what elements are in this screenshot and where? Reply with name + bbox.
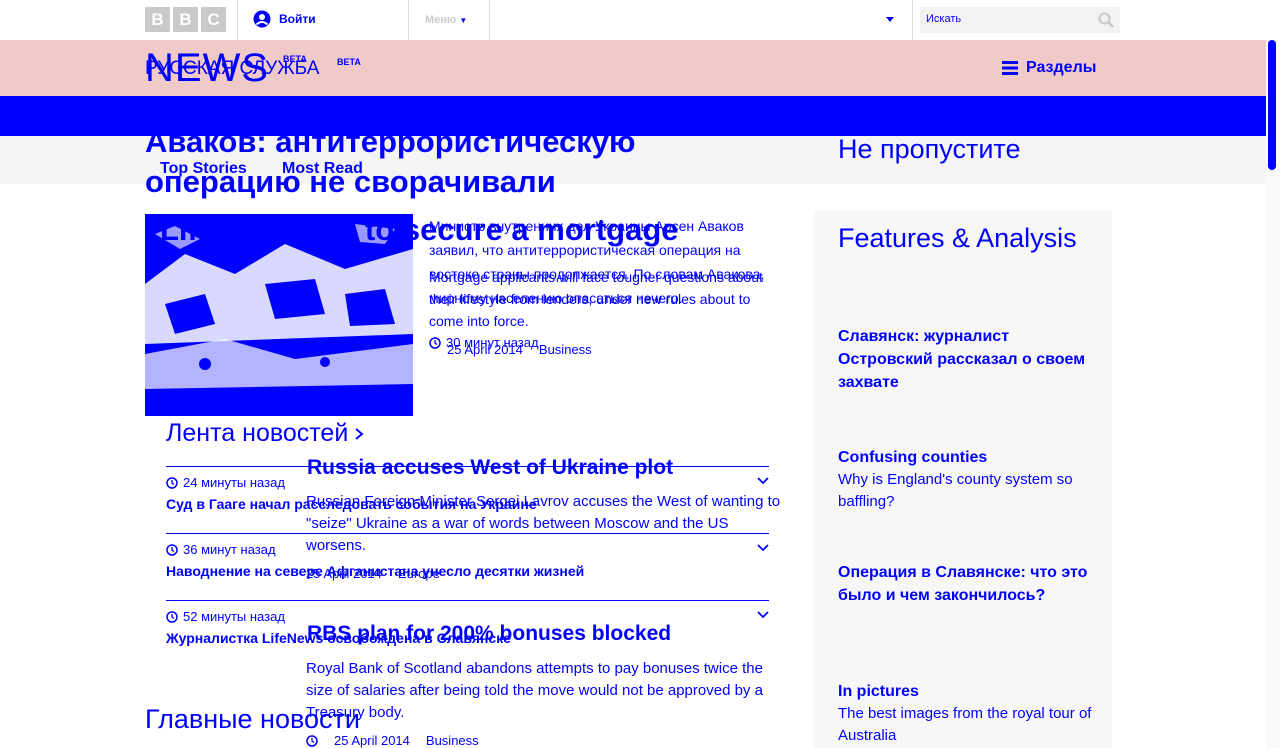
feed-item-headline[interactable]: Наводнение на севере Афганистана унесло … <box>166 563 770 579</box>
bbc-logo-letter: B <box>173 7 198 32</box>
story-headline[interactable]: RBS plan for 200% bonuses blocked <box>307 622 671 646</box>
clock-icon <box>166 476 178 489</box>
mortgage-date: 25 April 2014 <box>447 342 523 357</box>
divider <box>166 600 769 601</box>
search-input[interactable] <box>920 7 1076 31</box>
chevron-down-icon <box>757 611 769 619</box>
feed-title[interactable]: Лента новостей <box>166 419 364 448</box>
story-date: 25 April 2014 <box>306 566 382 581</box>
signin-label: Войти <box>279 12 316 26</box>
mortgage-section[interactable]: Business <box>539 342 592 357</box>
search-button[interactable] <box>1098 12 1114 28</box>
scrollbar-thumb[interactable] <box>1268 40 1276 170</box>
story-meta: 25 April 2014 Business <box>306 733 479 748</box>
feature-headline[interactable]: Операция в Славянске: что это было и чем… <box>838 561 1098 607</box>
feature-headline[interactable]: Confusing counties <box>838 446 1098 469</box>
bbc-logo-letter: B <box>145 7 170 32</box>
search-box <box>920 7 1120 33</box>
bbc-logo-letter: C <box>201 7 226 32</box>
chevron-down-icon <box>757 477 769 485</box>
expand-chevron[interactable] <box>757 477 769 485</box>
expand-chevron[interactable] <box>757 611 769 619</box>
caret-down-icon: ▼ <box>459 16 468 25</box>
hamburger-icon <box>1002 61 1018 75</box>
feature-summary: Why is England's county system so baffli… <box>838 471 1073 510</box>
divider <box>912 0 913 40</box>
clock-icon <box>306 734 318 747</box>
divider <box>408 0 409 40</box>
signin-button[interactable]: Войти <box>253 10 316 28</box>
divider <box>237 0 238 40</box>
story-section[interactable]: Europe <box>398 566 440 581</box>
story-meta: 25 April 2014 Europe <box>306 566 440 581</box>
user-icon <box>253 10 271 28</box>
feature-summary: The best images from the royal tour of A… <box>838 705 1092 744</box>
story-summary: Russian Foreign Minister Sergei Lavrov a… <box>306 493 781 554</box>
mortgage-summary: Mortgage applicants will face tougher qu… <box>429 269 763 329</box>
top-news-heading: Главные новости <box>145 704 360 734</box>
clock-icon <box>166 543 178 556</box>
feature-item[interactable]: Операция в Славянске: что это было и чем… <box>838 561 1098 607</box>
story-section[interactable]: Business <box>426 733 479 748</box>
feature-item[interactable]: Confusing counties Why is England's coun… <box>838 446 1098 513</box>
feature-headline[interactable]: In pictures <box>838 680 1098 703</box>
feed-item-time-text: 24 минуты назад <box>183 475 285 490</box>
feed-title-text: Лента новостей <box>166 419 349 447</box>
clock-icon <box>166 610 178 623</box>
main-headline[interactable]: Аваков: антитеррористическую операцию не… <box>145 122 705 202</box>
caret-down-icon <box>886 17 894 22</box>
chevron-right-icon <box>355 427 364 440</box>
features-heading: Features & Analysis <box>838 223 1077 253</box>
feed-item-time-text: 52 минуты назад <box>183 609 285 624</box>
story-date: 25 April 2014 <box>334 733 410 748</box>
more-dropdown[interactable] <box>886 17 894 22</box>
menu-label: Меню <box>425 14 457 26</box>
clock-icon <box>429 336 441 349</box>
feature-item[interactable]: Славянск: журналист Островский рассказал… <box>838 325 1098 394</box>
feed-item-time-text: 36 минут назад <box>183 542 276 557</box>
sections-button[interactable]: Разделы <box>1002 59 1096 77</box>
service-name[interactable]: РУССКАЯ СЛУЖБА <box>145 58 319 80</box>
menu-dropdown[interactable]: Меню ▼ <box>425 14 467 26</box>
divider <box>489 0 490 40</box>
story-summary: Royal Bank of Scotland abandons attempts… <box>306 660 763 721</box>
sections-label: Разделы <box>1026 59 1097 76</box>
dont-miss-heading: Не пропустите <box>838 134 1021 164</box>
story-headline[interactable]: Russia accuses West of Ukraine plot <box>307 456 673 480</box>
bbc-logo[interactable]: B B C <box>145 7 229 32</box>
search-icon <box>1098 12 1114 28</box>
feature-item[interactable]: In pictures The best images from the roy… <box>838 680 1098 747</box>
feature-headline[interactable]: Славянск: журналист Островский рассказал… <box>838 325 1098 394</box>
beta-badge: BETA <box>337 57 361 67</box>
mortgage-meta: 25 April 2014 Business <box>447 342 592 357</box>
